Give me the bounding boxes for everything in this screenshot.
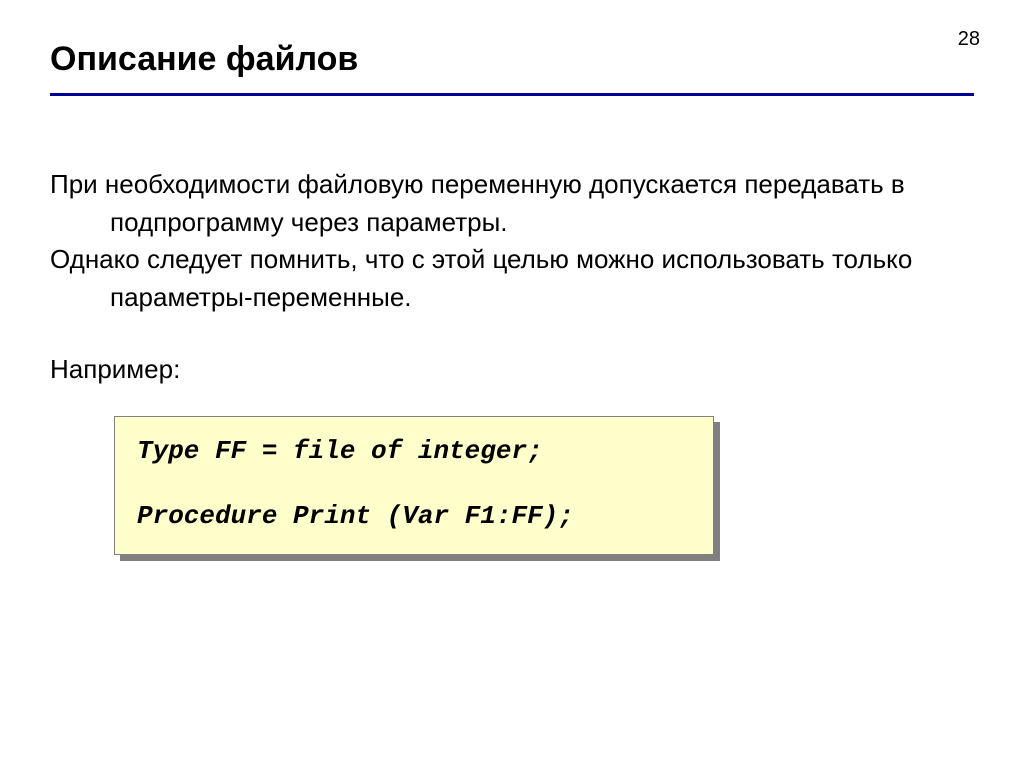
body-text: При необходимости файловую переменную до… — [50, 166, 974, 388]
code-line-2: Procedure Print (Var F1:FF); — [137, 498, 691, 534]
code-blank-line — [137, 470, 691, 498]
title-rule — [50, 93, 974, 96]
code-line-1: Type FF = file of integer; — [137, 433, 691, 469]
paragraph-2: Однако следует помнить, что с этой целью… — [50, 241, 974, 316]
page-number: 28 — [958, 28, 980, 51]
code-box: Type FF = file of integer; Procedure Pri… — [114, 416, 714, 555]
paragraph-1: При необходимости файловую переменную до… — [50, 166, 974, 241]
code-block: Type FF = file of integer; Procedure Pri… — [114, 416, 714, 555]
page-title: Описание файлов — [50, 40, 974, 79]
slide: 28 Описание файлов При необходимости фай… — [0, 0, 1024, 768]
example-label: Например: — [50, 351, 974, 389]
